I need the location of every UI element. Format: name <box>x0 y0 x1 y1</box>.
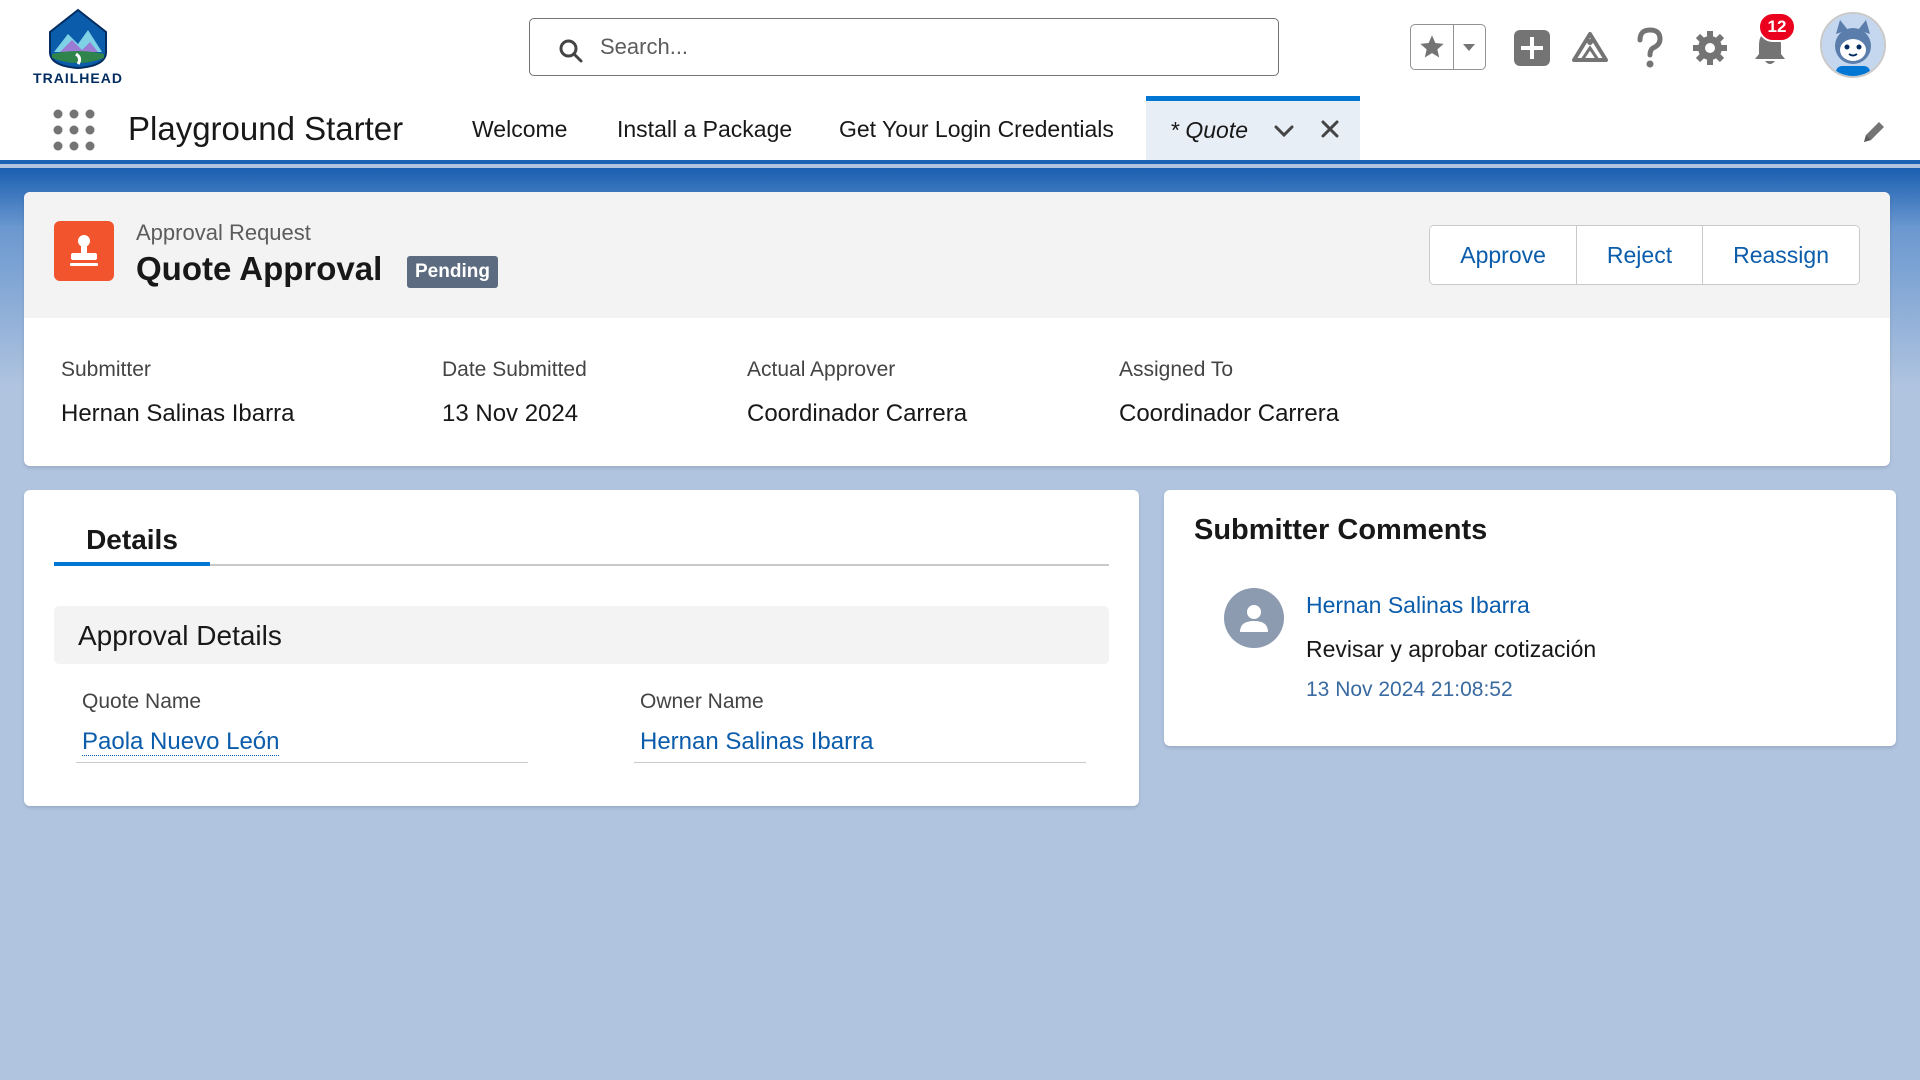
approval-record-icon <box>54 221 114 281</box>
commenter-name-link[interactable]: Hernan Salinas Ibarra <box>1306 592 1530 619</box>
nav-item-login-credentials[interactable]: Get Your Login Credentials <box>839 116 1114 143</box>
app-launcher-button[interactable] <box>52 108 96 152</box>
field-label: Quote Name <box>82 690 202 713</box>
stamp-icon <box>70 235 98 266</box>
close-icon <box>1321 120 1339 138</box>
record-actions: Approve Reject Reassign <box>1429 225 1860 285</box>
submitter-comments-card: Submitter Comments Hernan Salinas Ibarra… <box>1164 490 1896 746</box>
field-label: Actual Approver <box>747 358 896 381</box>
status-badge: Pending <box>407 256 498 288</box>
field-quote-name: Quote Name Paola Nuevo León <box>76 690 528 763</box>
add-icon <box>1514 30 1550 66</box>
star-icon <box>1420 35 1444 58</box>
global-header: TRAILHEAD Search... 12 <box>0 0 1920 96</box>
record-type-label: Approval Request <box>136 220 311 245</box>
astro-avatar-icon <box>1822 14 1884 76</box>
field-value: Hernan Salinas Ibarra <box>634 728 1086 763</box>
user-icon <box>1240 605 1268 632</box>
field-label: Assigned To <box>1119 358 1234 381</box>
edit-nav-button[interactable] <box>1860 118 1888 151</box>
highlight-field-date-submitted: Date Submitted 13 Nov 2024 <box>442 358 587 428</box>
field-value: Coordinador Carrera <box>1119 400 1340 427</box>
field-value: Coordinador Carrera <box>747 400 968 427</box>
search-input[interactable] <box>600 27 1240 67</box>
gear-icon <box>1693 31 1727 65</box>
trailhead-logo-icon <box>49 8 107 70</box>
nav-item-install-package[interactable]: Install a Package <box>617 116 792 143</box>
field-label: Date Submitted <box>442 358 587 381</box>
reassign-button[interactable]: Reassign <box>1703 226 1859 284</box>
tab-menu-button[interactable] <box>1272 119 1296 148</box>
trailhead-logo[interactable]: TRAILHEAD <box>28 8 128 88</box>
quote-name-link[interactable]: Paola Nuevo León <box>82 728 280 756</box>
tab-quote-label: * Quote <box>1170 117 1248 143</box>
pencil-icon <box>1864 122 1884 142</box>
favorites-group <box>1410 24 1486 70</box>
app-name: Playground Starter <box>128 110 404 147</box>
field-owner-name: Owner Name Hernan Salinas Ibarra <box>634 690 1086 763</box>
user-avatar[interactable] <box>1820 12 1886 78</box>
chevron-down-icon <box>1274 125 1294 138</box>
record-highlights: Approval Request Quote Approval Pending … <box>24 192 1890 466</box>
global-actions-button[interactable] <box>1508 24 1556 72</box>
details-card: Details Approval Details Quote Name Paol… <box>24 490 1139 806</box>
trailhead-guidance-button[interactable] <box>1566 24 1614 72</box>
logo-text: TRAILHEAD <box>33 70 123 86</box>
help-button[interactable] <box>1626 24 1674 72</box>
details-tabset: Details <box>54 520 1109 566</box>
field-value: Paola Nuevo León <box>76 728 528 763</box>
field-value: Hernan Salinas Ibarra <box>61 400 295 427</box>
help-icon <box>1637 27 1663 68</box>
comments-title: Submitter Comments <box>1194 514 1488 546</box>
approve-button[interactable]: Approve <box>1430 226 1577 284</box>
section-approval-details[interactable]: Approval Details <box>54 606 1109 664</box>
trailhead-guidance-icon <box>1572 32 1608 62</box>
waffle-icon <box>53 109 95 151</box>
field-label: Submitter <box>61 358 151 381</box>
owner-name-link[interactable]: Hernan Salinas Ibarra <box>640 728 873 755</box>
commenter-avatar <box>1224 588 1284 648</box>
search-icon <box>559 39 583 63</box>
highlight-field-submitter: Submitter Hernan Salinas Ibarra <box>61 358 294 428</box>
highlight-field-actual-approver: Actual Approver Coordinador Carrera <box>747 358 967 428</box>
highlight-field-assigned-to: Assigned To Coordinador Carrera <box>1119 358 1339 428</box>
record-title: Quote Approval <box>136 250 383 287</box>
field-label: Owner Name <box>640 690 764 713</box>
notification-badge: 12 <box>1758 12 1796 42</box>
favorites-button[interactable] <box>1411 25 1454 69</box>
tab-quote[interactable]: * Quote <box>1146 96 1360 160</box>
tab-close-button[interactable] <box>1318 117 1342 146</box>
tab-details[interactable]: Details <box>54 520 210 566</box>
app-nav-bar: Playground Starter Welcome Install a Pac… <box>0 96 1920 164</box>
global-search[interactable] <box>529 18 1279 76</box>
comment-text: Revisar y aprobar cotización <box>1306 636 1597 662</box>
comment-timestamp: 13 Nov 2024 21:08:52 <box>1306 678 1513 701</box>
chevron-down-icon <box>1463 44 1476 51</box>
nav-item-welcome[interactable]: Welcome <box>472 116 567 143</box>
reject-button[interactable]: Reject <box>1576 226 1704 284</box>
favorites-menu-button[interactable] <box>1454 25 1485 69</box>
field-value: 13 Nov 2024 <box>442 400 579 427</box>
setup-button[interactable] <box>1686 24 1734 72</box>
